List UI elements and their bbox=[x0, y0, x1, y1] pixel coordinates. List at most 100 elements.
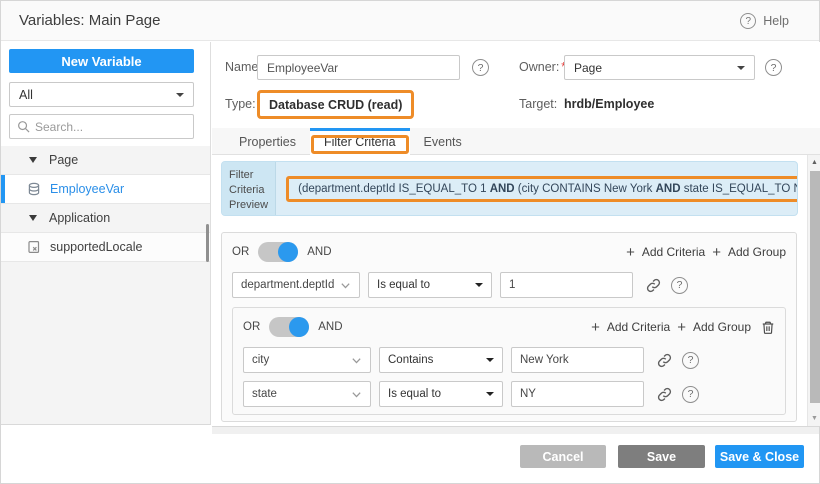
variables-sidebar: New Variable All Page EmployeeVar Applic… bbox=[1, 42, 211, 425]
owner-select[interactable]: Page bbox=[564, 55, 755, 80]
field-select[interactable]: department.deptId bbox=[232, 272, 360, 298]
name-help-icon[interactable] bbox=[472, 59, 489, 76]
preview-label: Filter Criteria Preview bbox=[222, 162, 276, 215]
bind-link-icon[interactable] bbox=[655, 351, 673, 369]
or-label: OR bbox=[232, 246, 249, 258]
page-title: Variables: Main Page bbox=[19, 1, 160, 41]
criteria-help-icon[interactable] bbox=[682, 386, 699, 403]
delete-group-icon[interactable] bbox=[761, 320, 775, 335]
add-group-button[interactable]: Add Group bbox=[693, 320, 751, 334]
caret-down-icon bbox=[486, 358, 494, 362]
chevron-down-icon bbox=[351, 355, 362, 366]
bind-link-icon[interactable] bbox=[655, 385, 673, 403]
criteria-help-icon[interactable] bbox=[671, 277, 688, 294]
chevron-down-icon bbox=[351, 389, 362, 400]
caret-down-icon bbox=[486, 392, 494, 396]
owner-select-value: Page bbox=[574, 61, 602, 75]
toggle-knob bbox=[289, 317, 309, 337]
tab-filter-criteria[interactable]: Filter Criteria bbox=[310, 128, 410, 156]
and-label: AND bbox=[307, 246, 331, 258]
tree-item-employeevar[interactable]: EmployeeVar bbox=[1, 175, 210, 204]
save-close-button[interactable]: Save & Close bbox=[715, 445, 804, 468]
add-criteria-button[interactable]: Add Criteria bbox=[607, 320, 670, 334]
or-and-toggle[interactable] bbox=[269, 317, 309, 337]
plus-icon: + bbox=[677, 320, 686, 335]
search-icon bbox=[17, 120, 30, 133]
scroll-down-icon[interactable]: ▼ bbox=[808, 415, 820, 422]
criteria-row: department.deptId Is equal to bbox=[232, 272, 786, 298]
bind-link-icon[interactable] bbox=[644, 276, 662, 294]
field-select[interactable]: city bbox=[243, 347, 371, 373]
add-group-button[interactable]: Add Group bbox=[728, 245, 786, 259]
tree-node-page[interactable]: Page bbox=[1, 146, 210, 175]
name-input[interactable] bbox=[257, 55, 460, 80]
operator-select[interactable]: Is equal to bbox=[368, 272, 492, 298]
tree-item-label: supportedLocale bbox=[50, 240, 142, 254]
operator-select[interactable]: Is equal to bbox=[379, 381, 503, 407]
tree-node-label: Application bbox=[49, 211, 110, 225]
target-value: hrdb/Employee bbox=[564, 97, 654, 111]
expander-down-icon bbox=[29, 157, 37, 163]
criteria-row: state Is equal to bbox=[243, 381, 775, 407]
scroll-up-icon[interactable]: ▲ bbox=[808, 159, 820, 166]
preview-expression-highlight: (department.deptId IS_EQUAL_TO 1 AND (ci… bbox=[286, 176, 798, 202]
variables-dialog: Variables: Main Page Help New Variable A… bbox=[0, 0, 820, 484]
owner-help-icon[interactable] bbox=[765, 59, 782, 76]
content-scrollbar[interactable]: ▲ ▼ bbox=[807, 155, 820, 426]
operator-select[interactable]: Contains bbox=[379, 347, 503, 373]
value-input[interactable] bbox=[511, 381, 644, 407]
tree-node-application[interactable]: Application bbox=[1, 204, 210, 233]
locale-variable-icon bbox=[27, 240, 41, 254]
variable-filter-select[interactable]: All bbox=[9, 82, 194, 107]
nested-group-toolbar: OR AND + Add Criteria + Add Group bbox=[243, 315, 775, 339]
help-circle-icon bbox=[740, 13, 756, 29]
value-input[interactable] bbox=[500, 272, 633, 298]
field-select-value: city bbox=[252, 354, 269, 366]
field-select[interactable]: state bbox=[243, 381, 371, 407]
expander-down-icon bbox=[29, 215, 37, 221]
variables-tree: Page EmployeeVar Application supportedLo… bbox=[1, 146, 210, 262]
database-variable-icon bbox=[27, 182, 41, 196]
or-and-toggle[interactable] bbox=[258, 242, 298, 262]
dialog-header: Variables: Main Page Help bbox=[1, 1, 819, 41]
and-label: AND bbox=[318, 321, 342, 333]
new-variable-button[interactable]: New Variable bbox=[9, 49, 194, 73]
criteria-group: OR AND + Add Criteria + Add Group depart… bbox=[221, 232, 797, 422]
criteria-row: city Contains bbox=[243, 347, 775, 373]
help-label: Help bbox=[763, 14, 789, 28]
footer-divider bbox=[212, 426, 819, 434]
save-button[interactable]: Save bbox=[618, 445, 705, 468]
sidebar-scrollbar-thumb[interactable] bbox=[206, 224, 209, 262]
criteria-help-icon[interactable] bbox=[682, 352, 699, 369]
owner-label: Owner:* bbox=[519, 60, 566, 74]
tab-events[interactable]: Events bbox=[410, 128, 476, 155]
value-input[interactable] bbox=[511, 347, 644, 373]
tree-item-supportedlocale[interactable]: supportedLocale bbox=[1, 233, 210, 262]
variable-filter-value: All bbox=[19, 88, 33, 102]
scrollbar-thumb[interactable] bbox=[810, 171, 820, 403]
variable-editor-panel: Name:* Owner:* Page Type: Database CRUD … bbox=[212, 42, 820, 426]
field-select-value: state bbox=[252, 388, 277, 400]
caret-down-icon bbox=[176, 93, 184, 97]
plus-icon: + bbox=[712, 245, 721, 260]
chevron-down-icon bbox=[340, 280, 351, 291]
plus-icon: + bbox=[626, 245, 635, 260]
or-label: OR bbox=[243, 321, 260, 333]
sidebar-search bbox=[9, 114, 194, 139]
help-button[interactable]: Help bbox=[740, 1, 789, 41]
tab-properties[interactable]: Properties bbox=[225, 128, 310, 155]
type-label: Type: bbox=[225, 97, 256, 111]
tree-item-label: EmployeeVar bbox=[50, 182, 124, 196]
tab-label: Filter Criteria bbox=[324, 135, 396, 149]
editor-tabbar: Properties Filter Criteria Events bbox=[212, 128, 820, 155]
cancel-button[interactable]: Cancel bbox=[520, 445, 606, 468]
target-label: Target: bbox=[519, 97, 557, 111]
nested-criteria-group: OR AND + Add Criteria + Add Group bbox=[232, 307, 786, 415]
operator-select-value: Is equal to bbox=[388, 388, 441, 400]
type-value-highlight: Database CRUD (read) bbox=[257, 90, 414, 119]
plus-icon: + bbox=[591, 320, 600, 335]
search-input[interactable] bbox=[35, 120, 186, 134]
add-criteria-button[interactable]: Add Criteria bbox=[642, 245, 705, 259]
group-toolbar: OR AND + Add Criteria + Add Group bbox=[232, 240, 786, 264]
filter-criteria-preview: Filter Criteria Preview (department.dept… bbox=[221, 161, 798, 216]
